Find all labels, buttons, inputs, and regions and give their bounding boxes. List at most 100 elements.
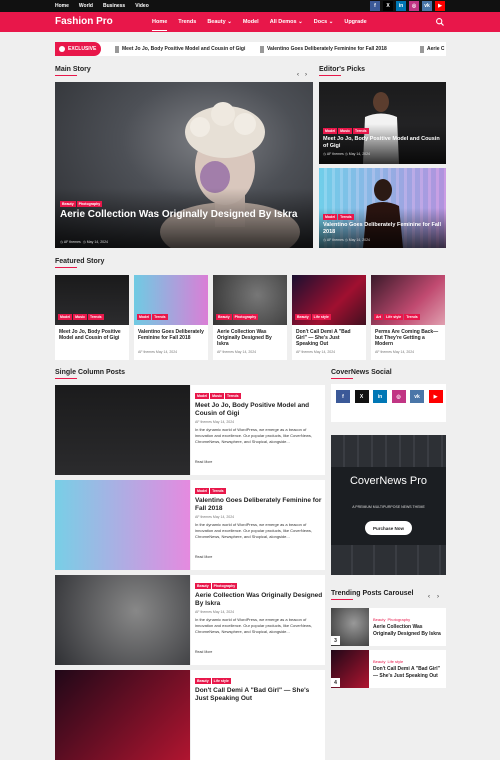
top-link[interactable]: Business [103,3,125,9]
featured-card[interactable]: Aerie Collection Was Originally Designed… [213,325,287,360]
category-tag[interactable]: Model [323,128,338,134]
ticker-item[interactable]: Aerie C [420,42,445,56]
category-tag[interactable]: Beauty [295,314,311,320]
nav-item[interactable]: Home [152,19,168,31]
nav-item[interactable]: Trends [178,19,196,25]
category-tag[interactable]: Trends [210,488,226,494]
category-tag[interactable]: Beauty [216,314,232,320]
featured-title[interactable]: Valentino Goes Deliberately Feminine for… [138,329,204,341]
category-tag[interactable]: Trends [88,314,104,320]
featured-title[interactable]: Aerie Collection Was Originally Designed… [217,329,283,347]
chevron-left-icon[interactable]: ‹ [297,72,302,78]
editors-pick-meta: ◷ AF themes ◷ May 14, 2024 [323,238,370,242]
category-tag[interactable]: Photography [76,201,103,207]
category-tag[interactable]: Beauty [60,201,76,207]
facebook-icon[interactable]: f [336,390,350,403]
vk-icon[interactable]: vk [410,390,424,403]
post-title[interactable]: Aerie Collection Was Originally Designed… [195,592,323,608]
category-tag[interactable]: Trends [338,214,354,220]
carousel-title[interactable]: Don't Call Demi A "Bad Girl" — She's Jus… [373,666,443,679]
category-tag[interactable]: Art [374,314,384,320]
post-title[interactable]: Valentino Goes Deliberately Feminine for… [195,497,323,513]
purchase-now-button[interactable]: Purchase Now [365,521,412,535]
featured-card[interactable]: Don't Call Demi A "Bad Girl" — She's Jus… [292,325,366,360]
featured-title[interactable]: Meet Jo Jo, Body Positive Model and Cous… [59,329,125,341]
post-excerpt: In the dynamic world of WordPress, we em… [195,617,312,634]
category-tag[interactable]: Photography [211,583,238,589]
editors-pick-title[interactable]: Meet Jo Jo, Body Positive Model and Cous… [323,136,441,150]
category-tag[interactable]: Photography [232,314,259,320]
read-more-link[interactable]: Read More [195,460,212,464]
category-tag[interactable]: Model [137,314,152,320]
post-title[interactable]: Meet Jo Jo, Body Positive Model and Cous… [195,402,323,418]
linkedin-icon[interactable]: in [373,390,387,403]
nav-item[interactable]: All Demos ⌄ [270,19,303,25]
ticker-item[interactable]: Meet Jo Jo, Body Positive Model and Cous… [115,42,245,56]
top-link[interactable]: World [79,3,93,9]
read-more-link[interactable]: Read More [195,650,212,654]
category-tag[interactable]: Model [195,488,210,494]
post-image[interactable] [55,480,190,570]
featured-card[interactable]: Perms Are Coming Back— but They're Getti… [371,325,445,360]
category-tag[interactable]: Photography [387,617,410,622]
category-tag[interactable]: Music [338,128,353,134]
x-icon[interactable]: X [383,1,393,11]
featured-card[interactable]: Valentino Goes Deliberately Feminine for… [134,325,208,360]
category-tag[interactable]: Life style [311,314,331,320]
main-story-title[interactable]: Aerie Collection Was Originally Designed… [60,208,310,221]
chevron-right-icon[interactable]: › [305,72,310,78]
post-image[interactable] [55,385,190,475]
youtube-icon[interactable]: ▶ [428,390,443,403]
carousel-title[interactable]: Aerie Collection Was Originally Designed… [373,624,443,637]
vk-icon[interactable]: vk [422,1,432,11]
category-tag[interactable]: Trends [353,128,369,134]
post-title[interactable]: Don't Call Demi A "Bad Girl" — She's Jus… [195,687,323,703]
editors-pick-title[interactable]: Valentino Goes Deliberately Feminine for… [323,222,441,236]
post-image[interactable] [55,575,190,665]
thumb-icon [115,45,119,53]
nav-item[interactable]: Beauty ⌄ [207,19,231,25]
category-tag[interactable]: Beauty [373,659,385,664]
chevron-left-icon[interactable]: ‹ [428,594,433,600]
featured-title[interactable]: Perms Are Coming Back— but They're Getti… [375,329,441,347]
category-tag[interactable]: Life style [384,314,404,320]
category-tag[interactable]: Model [195,393,210,399]
promo-banner[interactable]: CoverNews Pro A PREMIUM MULTIPURPOSE NEW… [331,435,446,575]
nav-item[interactable]: Upgrade [344,19,366,25]
main-story-image[interactable] [55,82,313,248]
category-tag[interactable]: Trends [152,314,168,320]
social-widget-heading: CoverNews Social [331,369,392,379]
site-brand[interactable]: Fashion Pro [55,16,113,27]
category-tag[interactable]: Trends [404,314,420,320]
featured-meta: AF themes May 14, 2024 [296,350,335,354]
category-tag[interactable]: Beauty [195,583,211,589]
nav-item[interactable]: Model [243,19,259,25]
read-more-link[interactable]: Read More [195,555,212,559]
category-tag[interactable]: Beauty [373,617,385,622]
instagram-icon[interactable]: ◎ [409,1,419,11]
search-icon[interactable] [435,17,445,27]
featured-title[interactable]: Don't Call Demi A "Bad Girl" — She's Jus… [296,329,362,347]
featured-card[interactable]: Meet Jo Jo, Body Positive Model and Cous… [55,325,129,360]
category-tag[interactable]: Life style [387,659,403,664]
category-tag[interactable]: Life style [211,678,231,684]
ticker-item[interactable]: Valentino Goes Deliberately Feminine for… [260,42,387,56]
post-image[interactable] [55,670,190,760]
author: AF themes [296,350,313,354]
nav-item[interactable]: Docs ⌄ [314,19,334,25]
instagram-icon[interactable]: ◎ [391,390,406,403]
linkedin-icon[interactable]: in [396,1,406,11]
youtube-icon[interactable]: ▶ [435,1,445,11]
top-link[interactable]: Video [135,3,149,9]
category-tag[interactable]: Music [210,393,225,399]
category-tag[interactable]: Beauty [195,678,211,684]
top-link[interactable]: Home [55,3,69,9]
x-icon[interactable]: X [354,390,369,403]
facebook-icon[interactable]: f [370,1,380,11]
category-tag[interactable]: Model [58,314,73,320]
category-tag[interactable]: Trends [225,393,241,399]
category-tag[interactable]: Music [73,314,88,320]
editors-pick-image[interactable] [319,168,446,248]
chevron-right-icon[interactable]: › [437,594,442,600]
category-tag[interactable]: Model [323,214,338,220]
